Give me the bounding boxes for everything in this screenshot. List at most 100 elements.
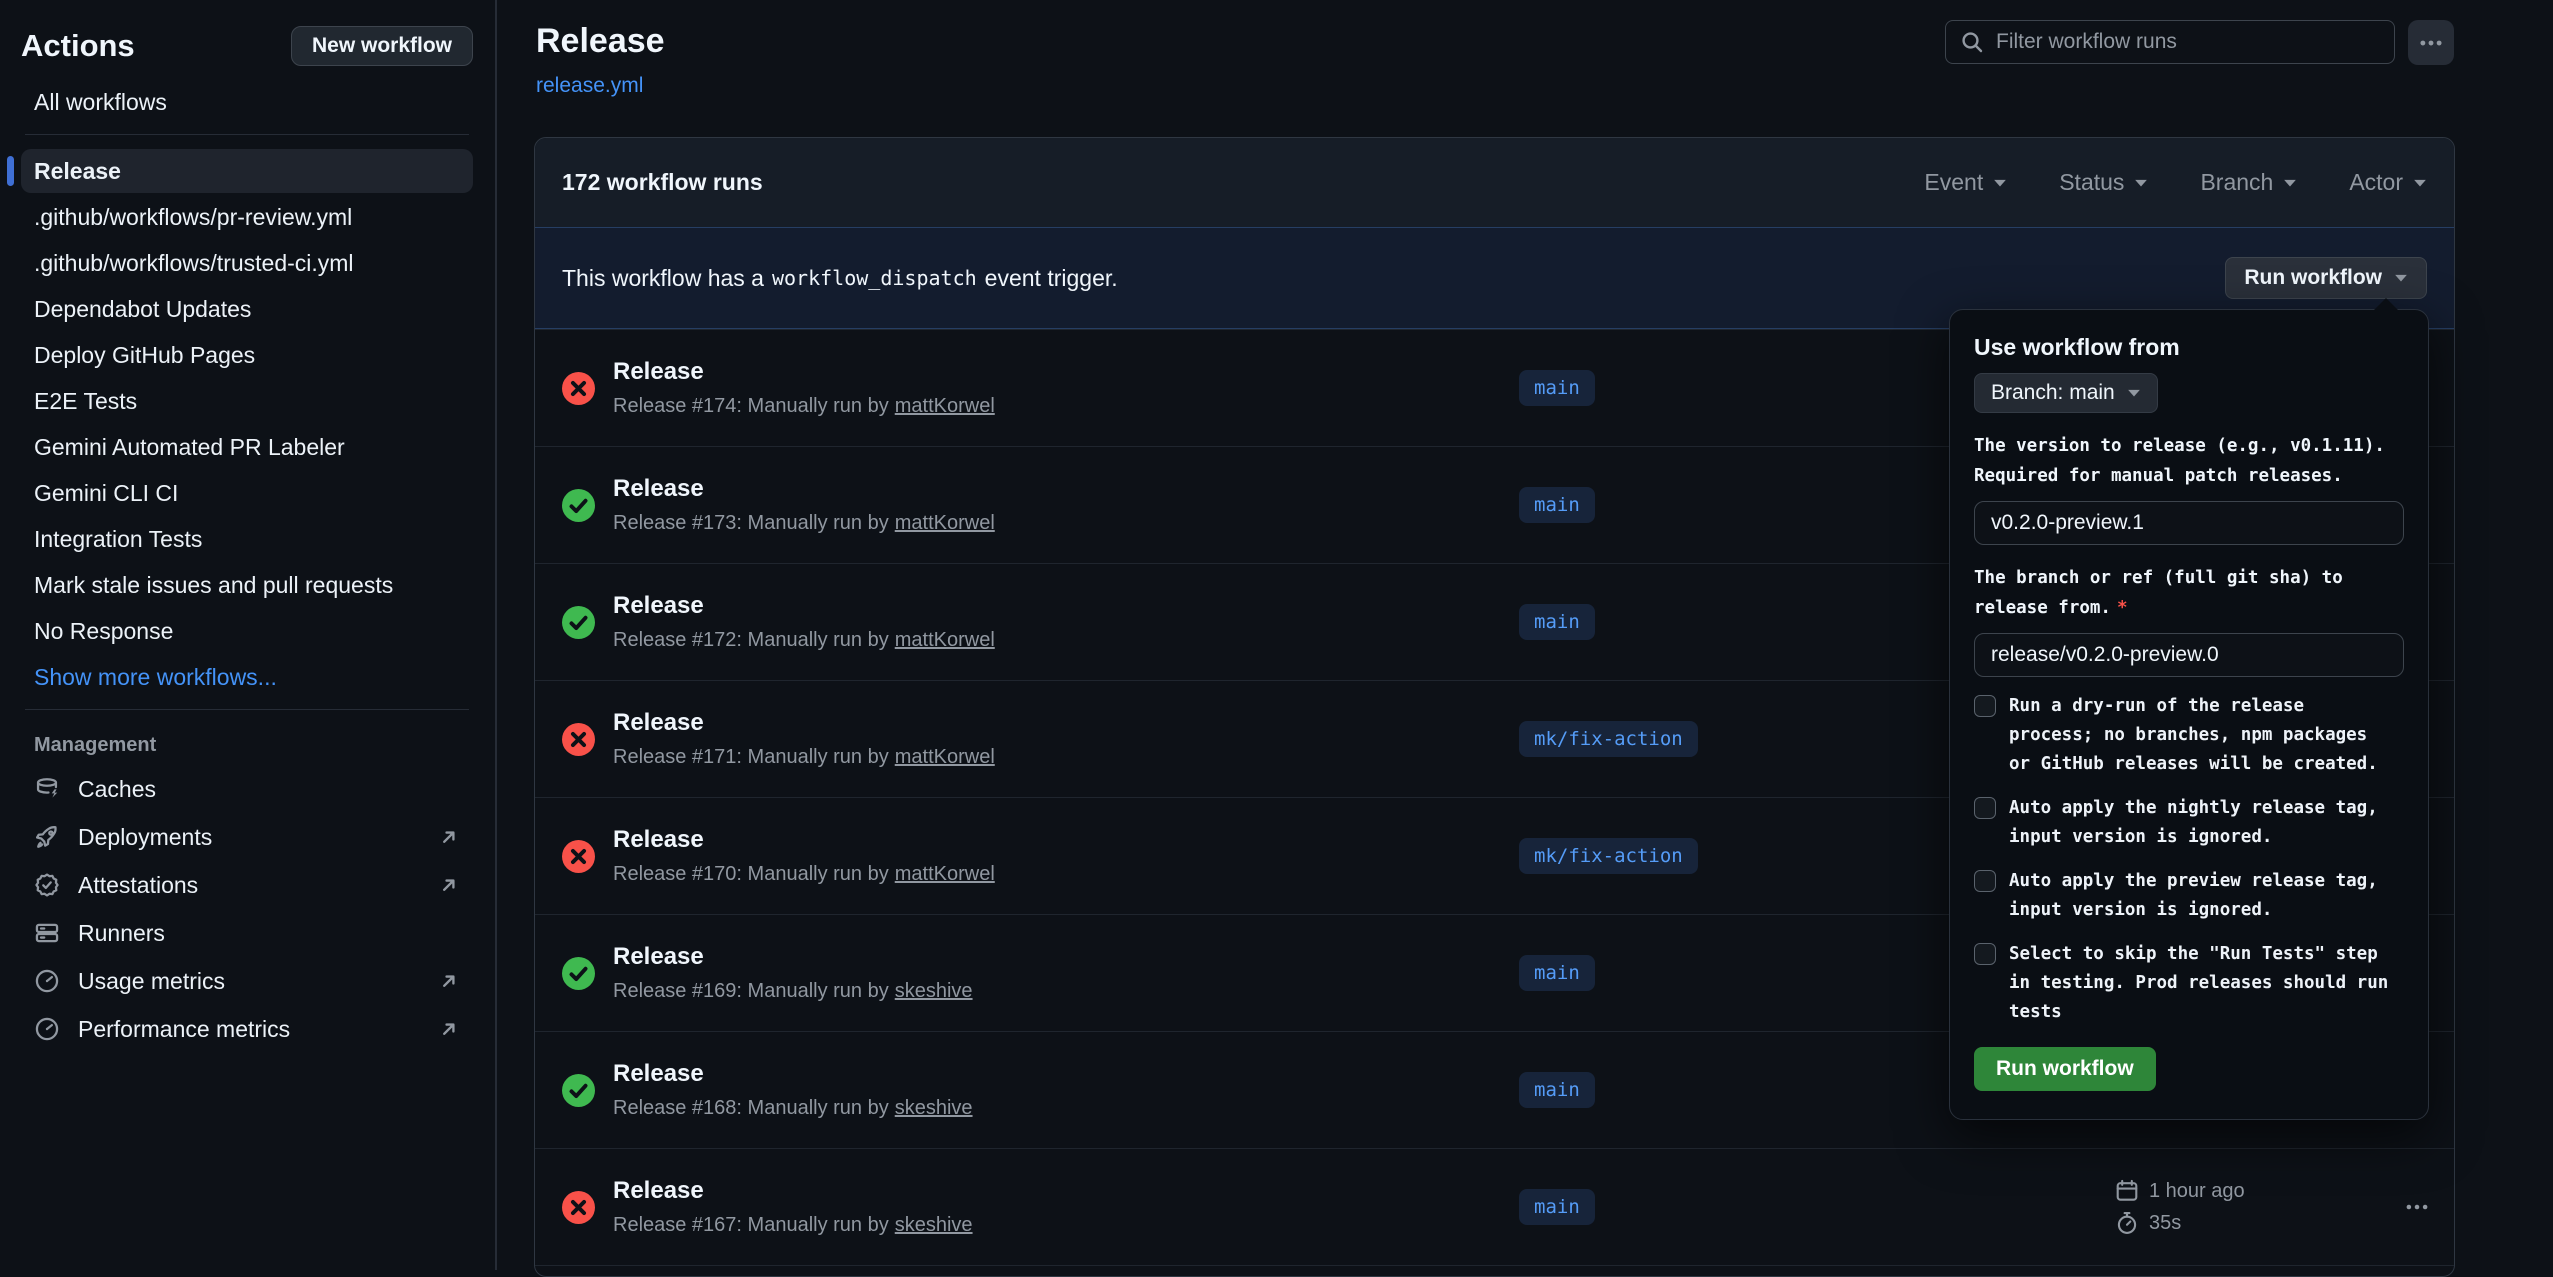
run-workflow-dropdown-button[interactable]: Run workflow [2225,257,2427,299]
run-title-link[interactable]: Release [613,1060,973,1088]
external-link-icon [438,874,460,896]
run-actor-link[interactable]: mattKorwel [895,629,995,651]
chevron-down-icon [2394,273,2408,283]
run-actor-link[interactable]: skeshive [895,980,973,1002]
run-workflow-submit-button[interactable]: Run workflow [1974,1047,2156,1091]
external-link-icon [438,970,460,992]
sidebar-divider [25,709,469,710]
failure-icon [562,372,595,405]
sidebar-item-all-workflows[interactable]: All workflows [21,80,473,124]
sidebar-item-release[interactable]: Release [21,149,473,193]
sidebar-item-pr-review[interactable]: .github/workflows/pr-review.yml [21,195,473,239]
sidebar-item-integration-tests[interactable]: Integration Tests [21,517,473,561]
run-title-link[interactable]: Release [613,592,995,620]
version-input[interactable] [1974,501,2404,545]
run-actor-link[interactable]: skeshive [895,1214,973,1236]
chevron-down-icon [2134,178,2148,188]
management-list: Caches Deployments Attestations R [21,765,473,1053]
chevron-down-icon [2127,388,2141,398]
skip-tests-checkbox-label[interactable]: Select to skip the "Run Tests" step in t… [2009,940,2394,1027]
nightly-tag-checkbox-label[interactable]: Auto apply the nightly release tag, inpu… [2009,794,2394,852]
page-kebab-button[interactable] [2408,20,2454,65]
branch-selector-label: Branch: main [1991,381,2115,405]
filter-workflow-runs-input[interactable] [1996,30,2380,54]
ref-input[interactable] [1974,633,2404,677]
sidebar-item-performance-metrics[interactable]: Performance metrics [21,1005,473,1053]
preview-tag-checkbox[interactable] [1974,870,1996,892]
run-actor-link[interactable]: skeshive [895,1097,973,1119]
sidebar-item-attestations[interactable]: Attestations [21,861,473,909]
chevron-down-icon [2283,178,2297,188]
branch-chip[interactable]: main [1519,487,1595,523]
sidebar-item-label: Runners [78,920,165,947]
sidebar-item-runners[interactable]: Runners [21,909,473,957]
run-actor-link[interactable]: mattKorwel [895,863,995,885]
sidebar-item-gemini-cli-ci[interactable]: Gemini CLI CI [21,471,473,515]
run-description: Release #172: Manually run by [613,629,889,651]
sidebar-title: Actions [21,28,135,64]
run-title-link[interactable]: Release [613,358,995,386]
show-more-workflows-link[interactable]: Show more workflows... [21,655,473,699]
run-actor-link[interactable]: mattKorwel [895,512,995,534]
run-kebab-button[interactable] [2387,1185,2447,1229]
meter-icon [34,1016,60,1042]
run-workflow-label: Run workflow [2244,266,2382,290]
filter-actor-dropdown[interactable]: Actor [2349,169,2427,196]
dry-run-checkbox[interactable] [1974,695,1996,717]
success-icon [562,489,595,522]
branch-chip[interactable]: main [1519,1072,1595,1108]
workflow-file-link[interactable]: release.yml [536,74,643,98]
run-description: Release #170: Manually run by [613,863,889,885]
run-title-link[interactable]: Release [613,475,995,503]
run-dialog-title: Use workflow from [1974,334,2404,361]
run-title-link[interactable]: Release [613,826,995,854]
run-description: Release #168: Manually run by [613,1097,889,1119]
banner-code: workflow_dispatch [772,266,977,290]
filter-status-dropdown[interactable]: Status [2059,169,2148,196]
cache-icon [34,776,60,802]
branch-chip[interactable]: main [1519,955,1595,991]
sidebar-item-mark-stale[interactable]: Mark stale issues and pull requests [21,563,473,607]
nightly-tag-checkbox[interactable] [1974,797,1996,819]
run-description: Release #173: Manually run by [613,512,889,534]
sidebar-item-deployments[interactable]: Deployments [21,813,473,861]
new-workflow-button[interactable]: New workflow [291,26,473,66]
branch-chip[interactable]: mk/fix-action [1519,721,1698,757]
branch-chip[interactable]: mk/fix-action [1519,838,1698,874]
branch-selector-button[interactable]: Branch: main [1974,373,2158,413]
sidebar-item-trusted-ci[interactable]: .github/workflows/trusted-ci.yml [21,241,473,285]
run-meta: 1 hour ago 35s [2115,1179,2245,1235]
dry-run-checkbox-row: Run a dry-run of the release process; no… [1974,692,2404,779]
sidebar-item-deploy-github-pages[interactable]: Deploy GitHub Pages [21,333,473,377]
run-title-link[interactable]: Release [613,709,995,737]
skip-tests-checkbox[interactable] [1974,943,1996,965]
sidebar-item-gemini-pr-labeler[interactable]: Gemini Automated PR Labeler [21,425,473,469]
sidebar-item-caches[interactable]: Caches [21,765,473,813]
filter-workflow-runs-box [1945,20,2395,64]
workflow-run-row[interactable]: Release Release #167: Manually run byske… [535,1148,2454,1265]
run-actor-link[interactable]: mattKorwel [895,395,995,417]
runs-list-header: 172 workflow runs Event Status Branch Ac… [535,138,2454,227]
run-actor-link[interactable]: mattKorwel [895,746,995,768]
failure-icon [562,1191,595,1224]
branch-chip[interactable]: main [1519,370,1595,406]
preview-tag-checkbox-label[interactable]: Auto apply the preview release tag, inpu… [2009,867,2394,925]
branch-chip[interactable]: main [1519,1189,1595,1225]
nightly-tag-checkbox-row: Auto apply the nightly release tag, inpu… [1974,794,2404,852]
run-description: Release #174: Manually run by [613,395,889,417]
server-icon [34,920,60,946]
sidebar-item-no-response[interactable]: No Response [21,609,473,653]
filter-event-dropdown[interactable]: Event [1924,169,2007,196]
sidebar-item-usage-metrics[interactable]: Usage metrics [21,957,473,1005]
external-link-icon [438,826,460,848]
branch-chip[interactable]: main [1519,604,1595,640]
meter-icon [34,968,60,994]
sidebar-item-e2e-tests[interactable]: E2E Tests [21,379,473,423]
sidebar-item-dependabot-updates[interactable]: Dependabot Updates [21,287,473,331]
workflow-run-row [535,1265,2454,1277]
dry-run-checkbox-label[interactable]: Run a dry-run of the release process; no… [2009,692,2394,779]
run-title-link[interactable]: Release [613,1177,973,1205]
run-title-link[interactable]: Release [613,943,973,971]
filter-branch-dropdown[interactable]: Branch [2200,169,2297,196]
page-title: Release [536,22,665,61]
